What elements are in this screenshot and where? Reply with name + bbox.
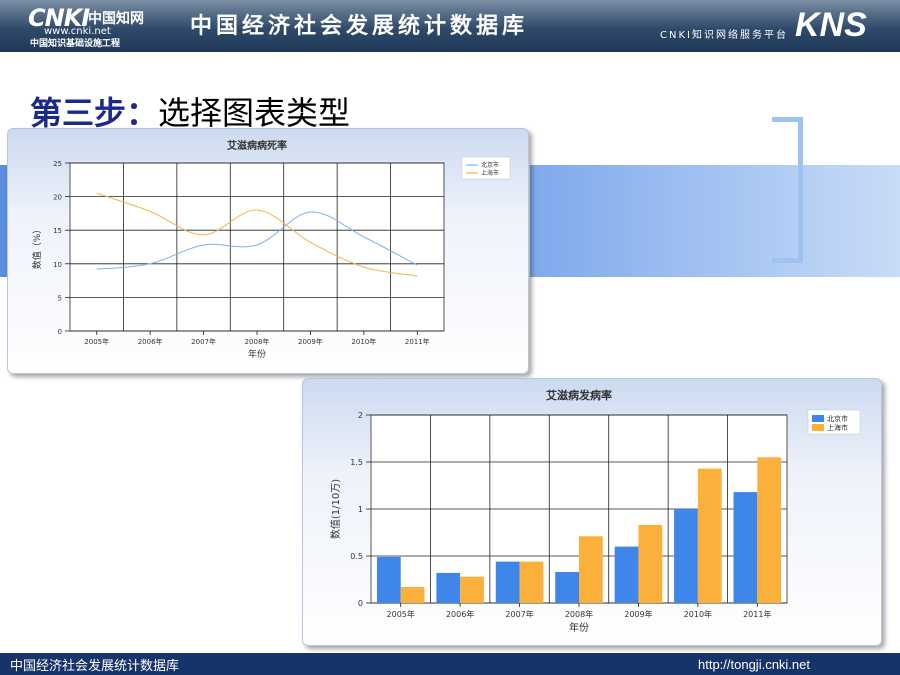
y-tick-label: 0.5 <box>350 552 363 561</box>
incidence-bar-chart: 艾滋病发病率 0 0.5 1 1.5 2 2005年 2006年 2007年 2008年 2009年… <box>329 388 861 634</box>
y-tick-label: 1 <box>358 505 363 514</box>
footer-title: 中国经济社会发展统计数据库 <box>10 659 180 674</box>
legend-label: 北京市 <box>827 414 848 423</box>
bar-beijing <box>674 509 698 603</box>
step-label: 第三步： <box>30 94 159 132</box>
y-tick-label: 0 <box>58 328 62 336</box>
y-tick-label: 2 <box>358 411 363 420</box>
cnki-logo[interactable]: CNKI 中国知网 www.cnki.net 中国知识基础设施工程 <box>28 4 146 49</box>
x-tick-label: 2011年 <box>405 337 430 346</box>
x-tick-label: 2006年 <box>446 609 474 619</box>
y-tick-label: 15 <box>53 227 62 235</box>
kns-logo: KNS <box>795 6 867 44</box>
bar-shanghai <box>579 536 603 603</box>
decorative-blue-band <box>530 165 900 277</box>
x-tick-label: 2006年 <box>138 337 163 346</box>
x-tick-label: 2011年 <box>743 609 771 619</box>
y-axis-label: 数值（%） <box>31 225 43 270</box>
x-tick-label: 2010年 <box>351 337 376 346</box>
bar-shanghai <box>638 524 663 603</box>
y-axis-label: 数值(1/10万) <box>329 479 342 539</box>
x-axis-label: 年份 <box>569 621 589 634</box>
x-tick-label: 2008年 <box>245 337 270 346</box>
bar-shanghai <box>697 468 722 603</box>
legend-label: 上海市 <box>481 169 499 177</box>
logo-subtitle: 中国知识基础设施工程 <box>30 39 121 49</box>
bar-beijing <box>733 492 758 603</box>
bar-shanghai <box>460 576 484 603</box>
legend-swatch <box>812 424 824 431</box>
logo-chinese: 中国知网 <box>88 11 144 27</box>
x-tick-label: 2005年 <box>84 337 109 346</box>
footer-bar: 中国经济社会发展统计数据库 http://tongji.cnki.net <box>0 653 900 675</box>
chart-title: 艾滋病病死率 <box>227 139 287 152</box>
footer-url[interactable]: http://tongji.cnki.net <box>698 657 810 672</box>
mortality-chart-panel: 艾滋病病死率 0 5 10 15 20 25 2005年 2006年 2007年 2008年 2009… <box>7 128 529 374</box>
bar-shanghai <box>400 587 425 603</box>
x-tick-label: 2007年 <box>505 609 533 619</box>
platform-label: CNKI知识网络服务平台 <box>660 30 788 41</box>
database-title: 中国经济社会发展统计数据库 <box>190 14 529 39</box>
y-tick-label: 1.5 <box>350 458 363 467</box>
x-tick-label: 2005年 <box>387 609 415 619</box>
bar-beijing <box>555 571 579 603</box>
bar-beijing <box>614 546 639 603</box>
y-tick-label: 20 <box>53 194 62 202</box>
x-tick-label: 2009年 <box>624 609 652 619</box>
y-tick-label: 5 <box>58 294 62 302</box>
x-axis-label: 年份 <box>248 348 266 360</box>
legend-label: 北京市 <box>481 161 499 169</box>
y-tick-label: 10 <box>53 261 62 269</box>
y-tick-label: 25 <box>53 160 62 168</box>
plot-area <box>69 162 445 332</box>
step-text: 选择图表类型 <box>158 94 351 132</box>
y-tick-label: 0 <box>358 599 363 608</box>
bar-beijing <box>436 572 461 603</box>
legend-swatch <box>812 415 824 422</box>
x-tick-label: 2007年 <box>191 337 216 346</box>
x-tick-label: 2008年 <box>565 609 593 619</box>
bar-beijing <box>495 561 520 603</box>
decorative-bracket <box>772 117 803 263</box>
bar-beijing <box>376 556 401 603</box>
incidence-chart-panel: 艾滋病发病率 0 0.5 1 1.5 2 2005年 2006年 2007年 2008年 2009年… <box>302 378 882 646</box>
x-tick-label: 2009年 <box>298 337 323 346</box>
x-tick-label: 2010年 <box>684 609 712 619</box>
chart-title: 艾滋病发病率 <box>546 388 612 402</box>
bar-shanghai <box>519 561 544 603</box>
bar-shanghai <box>757 457 782 603</box>
header-bar: CNKI 中国知网 www.cnki.net 中国知识基础设施工程 中国经济社会… <box>0 0 900 52</box>
mortality-line-chart: 艾滋病病死率 0 5 10 15 20 25 2005年 2006年 2007年 2008年 2009… <box>31 139 511 360</box>
legend-label: 上海市 <box>827 423 848 432</box>
